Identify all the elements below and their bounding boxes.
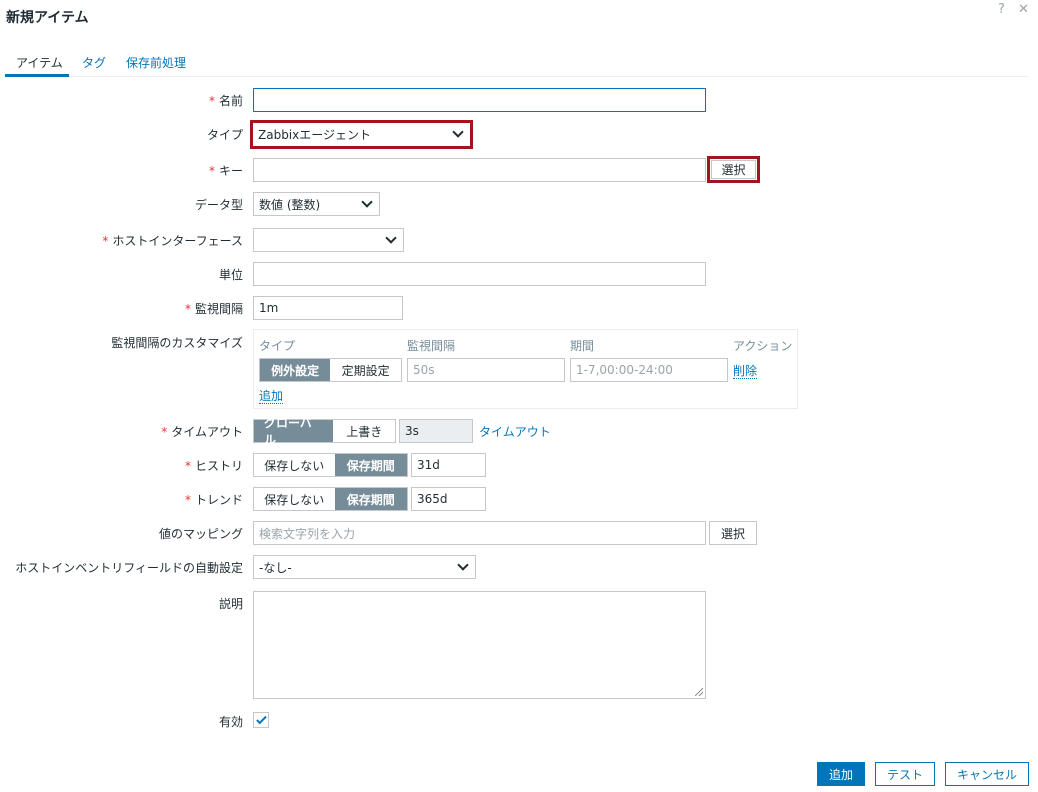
trends-input[interactable]: 365d xyxy=(411,487,486,511)
help-icon[interactable]: ? xyxy=(998,2,1005,17)
custom-action-header: アクション xyxy=(733,339,793,353)
inventory-label: ホストインベントリフィールドの自動設定 xyxy=(15,561,243,575)
chevron-down-icon xyxy=(361,195,373,208)
timeout-override-option[interactable]: 上書き xyxy=(333,420,395,442)
update-interval-label: * 監視間隔 xyxy=(184,302,243,316)
trends-toggle: 保存しない 保存期間 xyxy=(253,487,408,511)
history-toggle: 保存しない 保存期間 xyxy=(253,453,408,477)
tab-divider xyxy=(5,76,1029,77)
name-input[interactable] xyxy=(253,88,706,112)
required-marker: * xyxy=(184,493,191,507)
custom-type-toggle: 例外設定 定期設定 xyxy=(259,358,402,382)
key-input[interactable] xyxy=(253,158,706,182)
active-tab-indicator xyxy=(5,74,69,77)
tab-item[interactable]: アイテム xyxy=(16,54,63,71)
host-interface-label: * ホストインターフェース xyxy=(102,234,243,248)
inventory-select[interactable]: -なし- xyxy=(253,555,476,579)
timeout-global-option[interactable]: グローバル xyxy=(254,416,334,447)
required-marker: * xyxy=(184,302,191,316)
required-marker: * xyxy=(161,425,168,439)
tab-tags[interactable]: タグ xyxy=(82,54,106,71)
enabled-checkbox[interactable] xyxy=(253,712,269,728)
cancel-button[interactable]: キャンセル xyxy=(945,762,1029,786)
timeout-input[interactable]: 3s xyxy=(399,419,473,443)
custom-interval-input[interactable]: 50s xyxy=(407,358,565,382)
custom-period-input[interactable]: 1-7,00:00-24:00 xyxy=(570,358,728,382)
value-mapping-select-button[interactable]: 選択 xyxy=(709,521,757,545)
history-do-not-store-option[interactable]: 保存しない xyxy=(254,454,335,476)
history-store-up-to-option[interactable]: 保存期間 xyxy=(334,454,407,476)
remove-link[interactable]: 削除 xyxy=(733,362,758,379)
type-select[interactable]: Zabbixエージェント xyxy=(253,123,470,146)
history-label: * ヒストリ xyxy=(184,459,243,473)
units-label: 単位 xyxy=(218,268,243,282)
required-marker: * xyxy=(208,94,215,108)
value-type-label: データ型 xyxy=(194,198,243,212)
required-marker: * xyxy=(102,234,109,248)
test-button[interactable]: テスト xyxy=(875,762,935,786)
key-label: * キー xyxy=(208,164,243,178)
custom-period-header: 期間 xyxy=(570,339,595,353)
custom-interval-header: 監視間隔 xyxy=(407,339,456,353)
timeout-settings-link[interactable]: タイムアウト xyxy=(479,423,551,440)
flexible-option[interactable]: 例外設定 xyxy=(260,359,331,381)
value-mapping-label: 値のマッピング xyxy=(158,527,243,541)
chevron-down-icon xyxy=(385,231,397,244)
dialog-title: 新規アイテム xyxy=(6,10,89,26)
trends-store-up-to-option[interactable]: 保存期間 xyxy=(334,488,407,510)
tab-preprocessing[interactable]: 保存前処理 xyxy=(126,54,186,71)
required-marker: * xyxy=(208,164,215,178)
update-interval-input[interactable]: 1m xyxy=(253,296,403,320)
add-interval-link[interactable]: 追加 xyxy=(259,387,284,404)
value-type-select[interactable]: 数値 (整数) xyxy=(253,192,380,216)
type-label: タイプ xyxy=(206,128,243,142)
check-icon xyxy=(255,713,267,724)
key-select-button[interactable]: 選択 xyxy=(711,160,756,179)
add-button[interactable]: 追加 xyxy=(817,762,865,786)
history-input[interactable]: 31d xyxy=(411,453,486,477)
timeout-label: * タイムアウト xyxy=(161,425,243,439)
timeout-toggle: グローバル 上書き xyxy=(253,416,396,447)
description-textarea[interactable] xyxy=(253,591,706,699)
chevron-down-icon xyxy=(457,558,469,571)
custom-type-header: タイプ xyxy=(259,339,296,353)
trends-label: * トレンド xyxy=(184,493,243,507)
scheduling-option[interactable]: 定期設定 xyxy=(330,359,401,381)
resize-handle-icon[interactable] xyxy=(695,688,703,696)
chevron-down-icon xyxy=(452,126,464,138)
close-icon[interactable]: ✕ xyxy=(1018,2,1029,17)
host-interface-select[interactable] xyxy=(253,228,404,252)
units-input[interactable] xyxy=(253,262,706,286)
enabled-label: 有効 xyxy=(218,715,243,729)
custom-intervals-label: 監視間隔のカスタマイズ xyxy=(111,336,243,350)
required-marker: * xyxy=(184,459,191,473)
value-mapping-input[interactable]: 検索文字列を入力 xyxy=(253,521,706,545)
description-label: 説明 xyxy=(218,597,243,611)
name-label: * 名前 xyxy=(208,94,243,108)
trends-do-not-store-option[interactable]: 保存しない xyxy=(254,488,335,510)
